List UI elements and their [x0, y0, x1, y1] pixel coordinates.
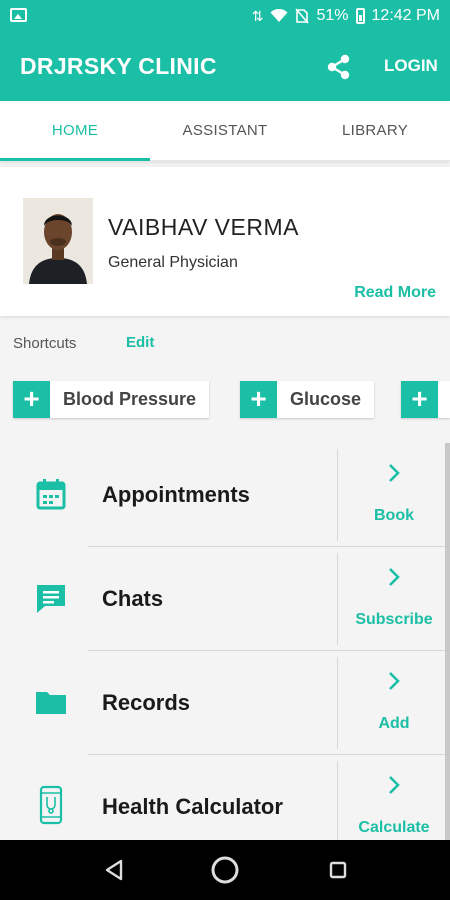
- doctor-photo: [23, 198, 93, 284]
- plus-icon: +: [401, 381, 438, 418]
- shortcuts-label: Shortcuts: [13, 335, 77, 352]
- avatar: [23, 198, 93, 284]
- book-button[interactable]: Book: [338, 443, 450, 547]
- no-sim-icon: [295, 8, 310, 24]
- action-label: Calculate: [358, 819, 430, 836]
- image-notification-icon: [10, 8, 27, 22]
- list-item-appointments[interactable]: Appointments Book: [0, 443, 450, 547]
- scrollbar[interactable]: [445, 443, 450, 840]
- doctor-role: General Physician: [108, 254, 238, 271]
- list-item-title: Health Calculator: [102, 794, 283, 819]
- status-bar: ⇅ 51% 12:42 PM: [0, 0, 450, 31]
- nav-recents-button[interactable]: [322, 854, 354, 886]
- clock: 12:42 PM: [371, 7, 440, 24]
- doctor-name: VAIBHAV VERMA: [108, 214, 299, 240]
- add-button[interactable]: Add: [338, 651, 450, 755]
- shortcuts-edit-button[interactable]: Edit: [126, 334, 154, 351]
- wifi-icon: [270, 9, 288, 22]
- app-bar: DRJRSKY CLINIC LOGIN: [0, 31, 450, 101]
- calendar-icon: [36, 479, 66, 510]
- calculate-button[interactable]: Calculate: [338, 755, 450, 840]
- shortcut-chip-partial[interactable]: +: [401, 381, 450, 418]
- plus-icon: +: [13, 381, 50, 418]
- nav-back-button[interactable]: [99, 854, 131, 886]
- shortcut-chip-label: Glucose: [290, 389, 362, 409]
- chat-icon: [37, 585, 65, 613]
- list-item-title: Records: [102, 690, 191, 715]
- list-item-title: Chats: [102, 586, 164, 611]
- list-item-records[interactable]: Records Add: [0, 651, 450, 755]
- tab-assistant[interactable]: ASSISTANT: [150, 101, 300, 161]
- tab-home[interactable]: HOME: [0, 101, 150, 161]
- folder-icon: [36, 692, 66, 714]
- back-triangle-icon: [105, 859, 123, 881]
- share-button[interactable]: [323, 51, 355, 83]
- app-title: DRJRSKY CLINIC: [20, 53, 217, 79]
- share-icon: [327, 54, 350, 80]
- recents-square-icon: [329, 861, 347, 879]
- plus-icon: +: [240, 381, 277, 418]
- read-more-link[interactable]: Read More: [354, 284, 436, 302]
- tab-library[interactable]: LIBRARY: [300, 101, 450, 161]
- action-label: Book: [374, 507, 414, 524]
- chevron-right-icon: [389, 464, 400, 482]
- chevron-right-icon: [389, 776, 400, 794]
- shortcut-chip-label: Blood Pressure: [63, 389, 197, 409]
- shortcut-chip-blood-pressure[interactable]: + Blood Pressure: [13, 381, 210, 418]
- nav-home-button[interactable]: [209, 854, 241, 886]
- doctor-profile-card: VAIBHAV VERMA General Physician Read Mor…: [0, 167, 450, 316]
- login-button[interactable]: LOGIN: [384, 56, 438, 76]
- phone-calculator-icon: [39, 785, 63, 825]
- chevron-right-icon: [389, 672, 400, 690]
- tab-bar: HOME ASSISTANT LIBRARY: [0, 101, 450, 161]
- feature-list: Appointments Book Chats Subscribe Record…: [0, 443, 450, 840]
- system-nav-bar: [0, 840, 450, 900]
- shortcut-chip-glucose[interactable]: + Glucose: [240, 381, 375, 418]
- battery-icon: [355, 8, 365, 24]
- action-label: Subscribe: [355, 611, 433, 628]
- list-item-chats[interactable]: Chats Subscribe: [0, 547, 450, 651]
- chevron-right-icon: [389, 568, 400, 586]
- action-label: Add: [378, 715, 410, 732]
- battery-percent: 51%: [316, 7, 349, 24]
- list-item-title: Appointments: [102, 482, 250, 507]
- home-circle-icon: [211, 856, 239, 884]
- subscribe-button[interactable]: Subscribe: [338, 547, 450, 651]
- status-bar-right: ⇅ 51% 12:42 PM: [252, 5, 440, 27]
- data-arrows-icon: ⇅: [251, 8, 264, 24]
- list-item-health-calculator[interactable]: Health Calculator Calculate: [0, 755, 450, 840]
